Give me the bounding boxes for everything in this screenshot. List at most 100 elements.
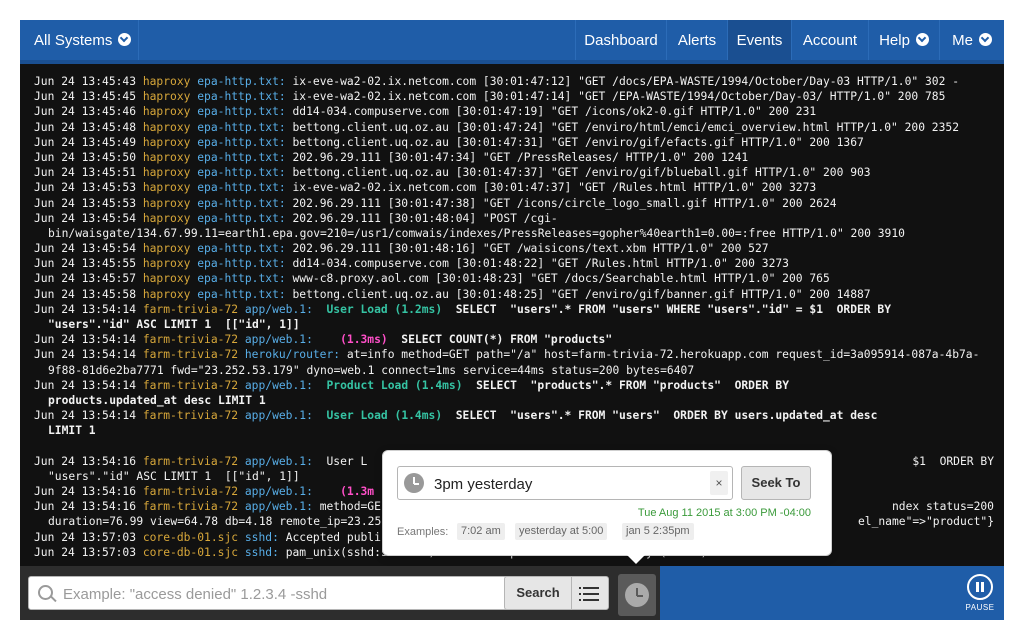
log-source: haproxy: [142, 242, 191, 256]
log-program: heroku/router:: [244, 348, 341, 362]
log-line[interactable]: Jun 24 13:54:14 farm-trivia-72 app/web.1…: [34, 332, 994, 347]
log-line[interactable]: Jun 24 13:45:48 haproxy epa-http.txt: be…: [34, 120, 994, 135]
log-program: epa-http.txt:: [197, 257, 286, 271]
clock-icon: [625, 583, 649, 607]
log-message-tail: el_name"=>"product"}: [857, 515, 994, 529]
saved-searches-button[interactable]: [571, 576, 609, 610]
log-timestamp: Jun 24 13:45:48: [34, 120, 143, 134]
log-line-continuation: LIMIT 1: [34, 423, 994, 438]
log-timestamp: Jun 24 13:57:03: [34, 545, 143, 559]
log-timestamp: Jun 24 13:45:46: [34, 105, 143, 119]
sql-duration: (1.4ms): [414, 378, 463, 392]
log-timestamp: Jun 24 13:45:53: [34, 196, 143, 210]
log-timestamp: Jun 24 13:54:16: [34, 500, 143, 514]
log-message: Accepted publi: [285, 530, 381, 544]
log-timestamp: Jun 24 13:45:58: [34, 287, 143, 301]
log-message: 202.96.29.111 [30:01:47:38] "GET /icons/…: [292, 196, 837, 210]
chevron-down-icon: [915, 33, 929, 46]
log-message: (1.3m: [320, 485, 374, 498]
log-message: at=info method=GET path="/a" host=farm-t…: [346, 348, 980, 362]
log-source: core-db-01.sjc: [142, 530, 239, 544]
log-timestamp: Jun 24 13:45:50: [34, 150, 143, 164]
log-timestamp: Jun 24 13:45:54: [34, 211, 143, 225]
example-chip[interactable]: 7:02 am: [457, 523, 505, 540]
popover-arrow: [626, 554, 646, 564]
log-timestamp: Jun 24 13:45:57: [34, 272, 143, 286]
log-message-tail: ndex status=200: [891, 500, 994, 514]
log-line-continuation: bin/waisgate/134.67.99.11=earth1.epa.gov…: [34, 226, 994, 241]
search-icon: [38, 585, 53, 600]
seek-to-button[interactable]: Seek To: [741, 466, 811, 500]
log-message: ix-eve-wa2-02.ix.netcom.com [30:01:47:12…: [292, 75, 960, 88]
log-program: app/web.1:: [244, 378, 313, 392]
search-button[interactable]: Search: [504, 576, 572, 610]
log-source: farm-trivia-72: [142, 485, 239, 499]
time-seek-button[interactable]: [618, 574, 656, 616]
log-line[interactable]: Jun 24 13:54:14 farm-trivia-72 app/web.1…: [34, 378, 994, 393]
nav-me[interactable]: Me: [940, 20, 1004, 60]
nav-events[interactable]: Events: [728, 20, 791, 60]
log-source: core-db-01.sjc: [142, 545, 239, 559]
log-line[interactable]: Jun 24 13:45:53 haproxy epa-http.txt: 20…: [34, 196, 994, 211]
log-line[interactable]: Jun 24 13:45:58 haproxy epa-http.txt: be…: [34, 287, 994, 302]
nav-alerts[interactable]: Alerts: [667, 20, 727, 60]
log-line[interactable]: Jun 24 13:45:50 haproxy epa-http.txt: 20…: [34, 150, 994, 165]
log-message: method=GE: [319, 500, 381, 514]
log-line[interactable]: Jun 24 13:45:49 haproxy epa-http.txt: be…: [34, 135, 994, 150]
log-program: app/web.1:: [244, 302, 313, 316]
pause-label: PAUSE: [965, 603, 995, 612]
log-timestamp: Jun 24 13:45:54: [34, 242, 143, 256]
bottom-bar: Search PAUSE: [20, 566, 1004, 620]
log-message: 202.96.29.111 [30:01:48:04] "POST /cgi-: [292, 211, 558, 225]
nav-account[interactable]: Account: [792, 20, 868, 60]
nav-help[interactable]: Help: [869, 20, 939, 60]
log-message: Product Load (1.4ms) SELECT "products".*…: [320, 378, 790, 392]
examples-label: Examples:: [397, 526, 449, 538]
log-line[interactable]: Jun 24 13:45:55 haproxy epa-http.txt: dd…: [34, 256, 994, 271]
log-line[interactable]: Jun 24 13:54:14 farm-trivia-72 heroku/ro…: [34, 347, 994, 362]
log-source: haproxy: [142, 181, 191, 195]
log-source: farm-trivia-72: [142, 302, 239, 316]
log-line[interactable]: Jun 24 13:54:14 farm-trivia-72 app/web.1…: [34, 302, 994, 317]
log-message: ix-eve-wa2-02.ix.netcom.com [30:01:47:14…: [292, 90, 946, 104]
log-program: epa-http.txt:: [197, 242, 286, 256]
log-message: bettong.client.uq.oz.au [30:01:48:25] "G…: [292, 287, 871, 301]
seek-popover: × Seek To Tue Aug 11 2015 at 3:00 PM -04…: [383, 451, 831, 555]
log-source: haproxy: [142, 105, 191, 119]
log-line[interactable]: Jun 24 13:45:54 haproxy epa-http.txt: 20…: [34, 211, 994, 226]
log-timestamp: Jun 24 13:45:53: [34, 181, 143, 195]
log-line[interactable]: Jun 24 13:45:54 haproxy epa-http.txt: 20…: [34, 241, 994, 256]
example-chip[interactable]: yesterday at 5:00: [515, 523, 608, 540]
search-input[interactable]: [61, 577, 505, 611]
log-source: farm-trivia-72: [142, 348, 239, 362]
log-source: haproxy: [142, 166, 191, 180]
log-source: haproxy: [142, 272, 191, 286]
log-source: haproxy: [142, 196, 191, 210]
log-message: bin/waisgate/134.67.99.11=earth1.epa.gov…: [48, 226, 905, 240]
log-line[interactable]: Jun 24 13:45:46 haproxy epa-http.txt: dd…: [34, 104, 994, 119]
log-timestamp: Jun 24 13:57:03: [34, 530, 143, 544]
log-line[interactable]: Jun 24 13:45:45 haproxy epa-http.txt: ix…: [34, 89, 994, 104]
nav-dashboard[interactable]: Dashboard: [576, 20, 666, 60]
log-program: app/web.1:: [244, 454, 313, 468]
log-source: haproxy: [142, 150, 191, 164]
log-message: LIMIT 1: [48, 424, 96, 438]
log-line[interactable]: Jun 24 13:45:53 haproxy epa-http.txt: ix…: [34, 180, 994, 195]
log-line[interactable]: Jun 24 13:45:57 haproxy epa-http.txt: ww…: [34, 271, 994, 286]
log-source: haproxy: [142, 211, 191, 225]
log-line[interactable]: Jun 24 13:45:43 haproxy epa-http.txt: ix…: [34, 74, 994, 89]
log-timestamp: Jun 24 13:54:16: [34, 454, 143, 468]
log-source: farm-trivia-72: [142, 378, 239, 392]
log-message: dd14-034.compuserve.com [30:01:47:19] "G…: [292, 105, 817, 119]
example-chip[interactable]: jan 5 2:35pm: [622, 523, 694, 540]
log-line[interactable]: Jun 24 13:54:14 farm-trivia-72 app/web.1…: [34, 408, 994, 423]
log-source: farm-trivia-72: [142, 500, 239, 514]
all-systems-menu[interactable]: All Systems: [34, 20, 132, 60]
log-timestamp: Jun 24 13:45:45: [34, 90, 143, 104]
time-input[interactable]: [432, 467, 696, 501]
log-line[interactable]: Jun 24 13:45:51 haproxy epa-http.txt: be…: [34, 165, 994, 180]
log-timestamp: Jun 24 13:54:14: [34, 378, 143, 392]
clear-time-button[interactable]: ×: [710, 471, 728, 495]
log-message: User L: [319, 454, 368, 468]
pause-button[interactable]: PAUSE: [964, 574, 996, 614]
